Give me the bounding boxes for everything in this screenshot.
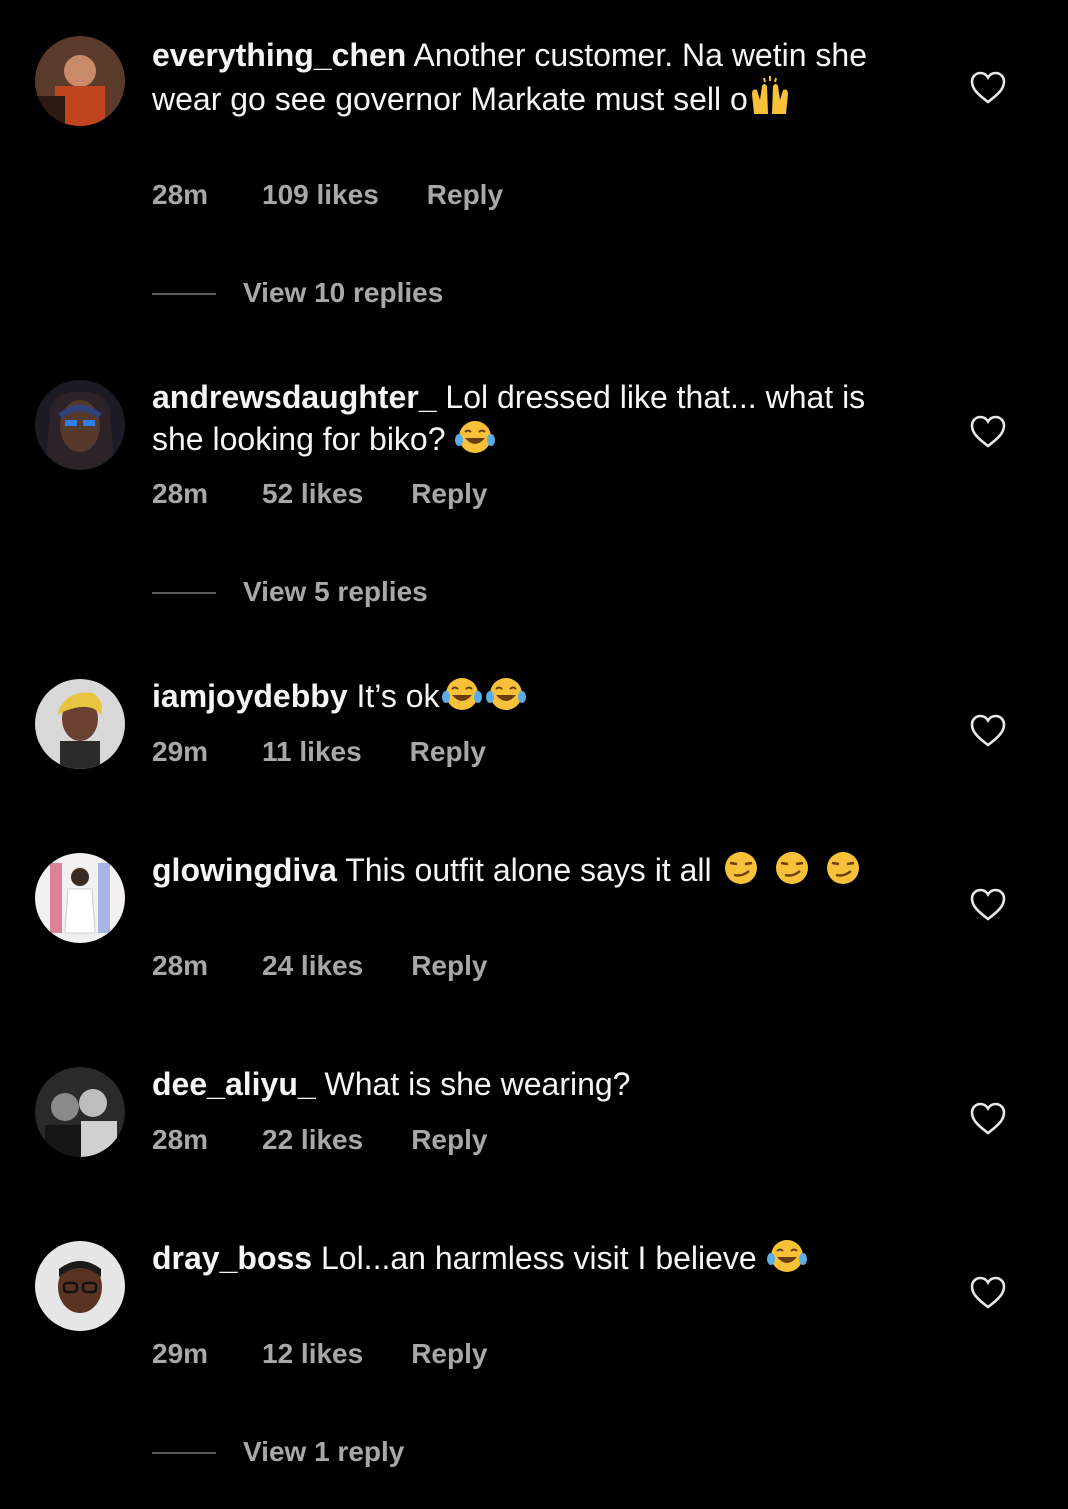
comment-likes[interactable]: 52 likes: [262, 478, 363, 510]
smirk-emoji-icon: [720, 849, 762, 897]
comment-meta: 29m 11 likes Reply: [152, 736, 486, 768]
raised-hands-emoji-icon: [748, 76, 792, 126]
comment-meta: 29m 12 likes Reply: [152, 1338, 487, 1370]
like-heart-icon[interactable]: [970, 1102, 1006, 1136]
comment-body: This outfit alone says it all: [345, 852, 712, 888]
smirk-emoji-icon: [822, 849, 864, 897]
comment-likes[interactable]: 24 likes: [262, 950, 363, 982]
view-replies-label: View 10 replies: [243, 277, 444, 308]
reply-button[interactable]: Reply: [411, 1124, 487, 1156]
like-heart-icon[interactable]: [970, 888, 1006, 922]
avatar[interactable]: [35, 853, 125, 943]
reply-button[interactable]: Reply: [411, 478, 487, 510]
comment-meta: 28m 109 likes Reply: [152, 179, 503, 211]
comment-username[interactable]: glowingdiva: [152, 852, 337, 888]
comment-time: 28m: [152, 179, 209, 210]
view-replies-button[interactable]: View 1 reply: [152, 1436, 752, 1470]
avatar[interactable]: [35, 380, 125, 470]
comment-time: 28m: [152, 478, 209, 509]
comment-likes[interactable]: 22 likes: [262, 1124, 363, 1156]
reply-button[interactable]: Reply: [411, 1338, 487, 1370]
view-replies-button[interactable]: View 10 replies: [152, 277, 752, 311]
comment-time: 29m: [152, 1338, 209, 1369]
replies-divider: [152, 1452, 216, 1454]
comment-text: andrewsdaughter_ Lol dressed like that..…: [152, 376, 892, 466]
comment-meta: 28m 24 likes Reply: [152, 950, 487, 982]
comment-body: What is she wearing?: [324, 1066, 631, 1102]
comment-time: 28m: [152, 1124, 209, 1155]
comment-likes[interactable]: 12 likes: [262, 1338, 363, 1370]
comment-likes[interactable]: 109 likes: [262, 179, 379, 211]
tears-of-joy-emoji-icon: [766, 1237, 808, 1285]
comment-username[interactable]: everything_chen: [152, 37, 406, 73]
like-heart-icon[interactable]: [970, 1276, 1006, 1310]
comment-text: glowingdiva This outfit alone says it al…: [152, 849, 892, 897]
tears-of-joy-emoji-icon: [484, 675, 528, 723]
view-replies-label: View 1 reply: [243, 1436, 405, 1467]
avatar[interactable]: [35, 1241, 125, 1331]
comment-username[interactable]: iamjoydebby: [152, 678, 348, 714]
comment-text: iamjoydebby It’s ok: [152, 675, 892, 723]
comment-username[interactable]: dray_boss: [152, 1240, 312, 1276]
comment-meta: 28m 52 likes Reply: [152, 478, 487, 510]
avatar[interactable]: [35, 679, 125, 769]
comment-body: Lol...an harmless visit I believe: [320, 1240, 757, 1276]
tears-of-joy-emoji-icon: [454, 418, 496, 466]
smirk-emoji-icon: [771, 849, 813, 897]
view-replies-label: View 5 replies: [243, 576, 428, 607]
comment-meta: 28m 22 likes Reply: [152, 1124, 487, 1156]
reply-button[interactable]: Reply: [410, 736, 486, 768]
comment-text: dray_boss Lol...an harmless visit I beli…: [152, 1237, 892, 1285]
replies-divider: [152, 293, 216, 295]
replies-divider: [152, 592, 216, 594]
comment-body: It’s ok: [356, 678, 440, 714]
reply-button[interactable]: Reply: [411, 950, 487, 982]
like-heart-icon[interactable]: [970, 71, 1006, 105]
comment-likes[interactable]: 11 likes: [262, 736, 362, 768]
avatar[interactable]: [35, 1067, 125, 1157]
comment-username[interactable]: andrewsdaughter_: [152, 379, 437, 415]
tears-of-joy-emoji-icon: [440, 675, 484, 723]
reply-button[interactable]: Reply: [427, 179, 503, 211]
comment-time: 28m: [152, 950, 209, 981]
comment-username[interactable]: dee_aliyu_: [152, 1066, 316, 1102]
comment-text: dee_aliyu_ What is she wearing?: [152, 1063, 892, 1105]
comment-text: everything_chen Another customer. Na wet…: [152, 34, 892, 126]
view-replies-button[interactable]: View 5 replies: [152, 576, 752, 610]
like-heart-icon[interactable]: [970, 415, 1006, 449]
avatar[interactable]: [35, 36, 125, 126]
comment-time: 29m: [152, 736, 209, 767]
like-heart-icon[interactable]: [970, 714, 1006, 748]
